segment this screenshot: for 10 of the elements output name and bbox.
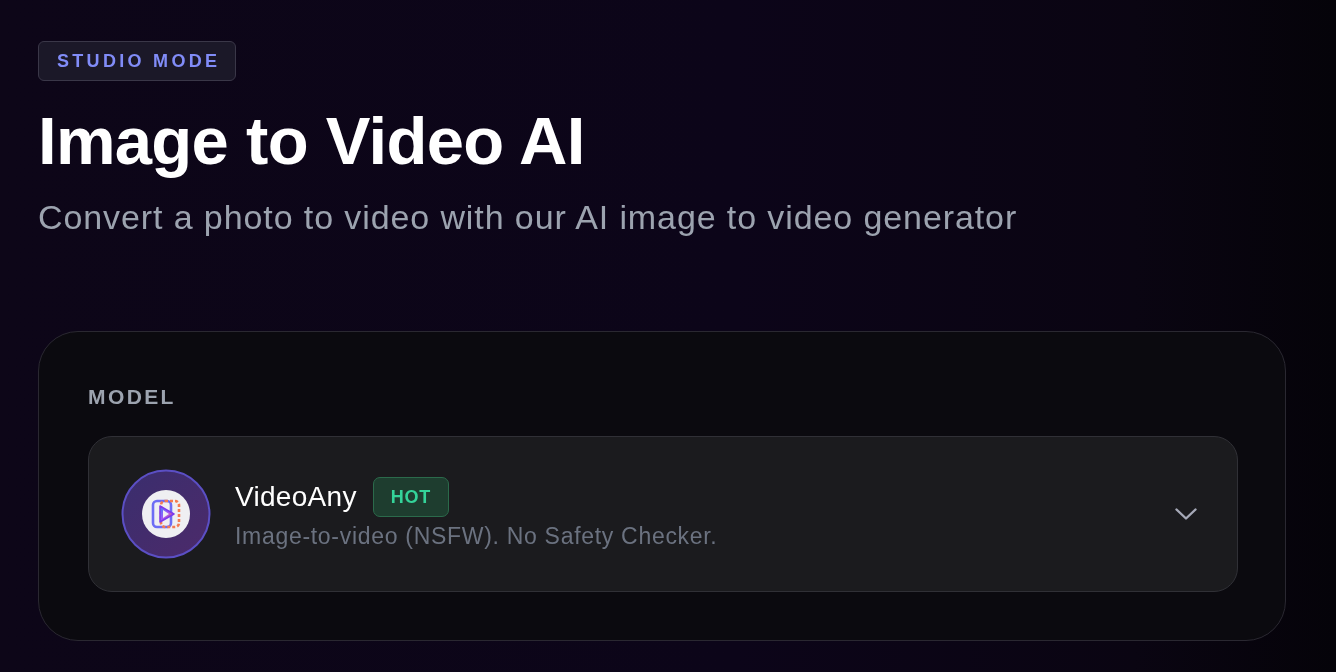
section-label: MODEL	[88, 384, 177, 410]
play-logo-icon	[121, 469, 211, 559]
hot-tag: HOT	[372, 477, 450, 517]
model-select[interactable]: VideoAny HOT Image-to-video (NSFW). No Safety Checker.	[88, 436, 1238, 592]
mode-badge: STUDIO MODE	[38, 41, 237, 81]
model-name: VideoAny	[235, 481, 357, 513]
page-title: Image to Video AI	[38, 102, 585, 180]
page-subtitle: Convert a photo to video with our AI image to video generator	[38, 197, 1018, 238]
model-description: Image-to-video (NSFW). No Safety Checker.	[235, 522, 719, 551]
chevron-down-icon	[1175, 508, 1197, 520]
